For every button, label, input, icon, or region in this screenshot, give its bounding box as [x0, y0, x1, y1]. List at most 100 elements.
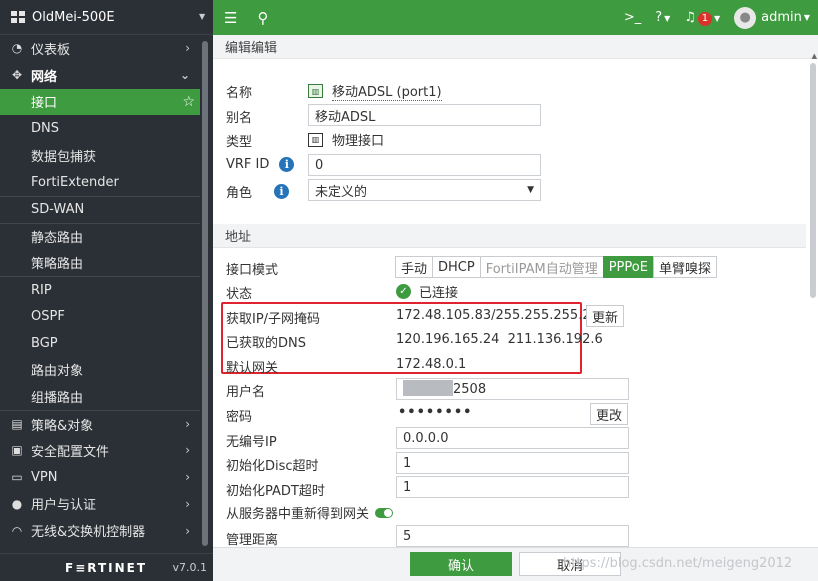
username: admin: [761, 10, 802, 25]
role-select[interactable]: 未定义的 ▼: [308, 179, 541, 201]
help-icon[interactable]: ? ▼: [655, 10, 670, 25]
sidebar-item-ospf[interactable]: OSPF: [0, 303, 200, 330]
star-icon[interactable]: ☆: [182, 94, 195, 110]
notifications-button[interactable]: ♫ 1 ▼: [684, 10, 720, 26]
version-label: v7.0.1: [172, 561, 208, 574]
sidebar-item-static-routes[interactable]: 静态路由: [0, 222, 200, 250]
check-circle-icon: ✓: [396, 284, 411, 299]
wifi-icon: ◠: [11, 523, 23, 538]
unnumbered-ip-input[interactable]: 0.0.0.0: [396, 427, 629, 449]
fortigate-logo-icon: [11, 11, 25, 23]
info-icon[interactable]: i: [274, 184, 290, 199]
cli-console-icon[interactable]: >_: [624, 10, 641, 25]
sidebar-menu: ◔ 仪表板 › ✥ 网络 ⌄ 接口 ☆ DNS 数据包捕获 FortiExten…: [0, 35, 200, 544]
dashboard-icon: ◔: [11, 41, 23, 56]
disc-timeout-label: 初始化Disc超时: [226, 459, 319, 474]
ok-button[interactable]: 确认: [410, 552, 512, 576]
mode-dhcp[interactable]: DHCP: [432, 256, 481, 278]
vrf-label: VRF ID i: [226, 157, 295, 172]
sidebar-item-sd-wan[interactable]: SD-WAN: [0, 195, 200, 223]
refresh-button[interactable]: 更新: [586, 305, 625, 327]
chevron-right-icon: ›: [185, 443, 190, 458]
gateway-from-server-toggle[interactable]: [375, 507, 394, 518]
sidebar: OldMei-500E ▼ ◔ 仪表板 › ✥ 网络 ⌄ 接口 ☆ DNS 数据…: [0, 0, 213, 581]
sidebar-item-dns[interactable]: DNS: [0, 115, 200, 142]
sidebar-item-policy-objects[interactable]: ▤ 策略&对象 ›: [0, 410, 200, 437]
monitor-icon: ▭: [11, 470, 23, 485]
change-password-button[interactable]: 更改: [590, 403, 629, 425]
password-label: 密码: [226, 410, 253, 425]
user-icon: ●: [11, 496, 23, 511]
dns-value: 120.196.165.24 211.136.192.6: [396, 332, 603, 347]
section-header-address: 地址: [213, 224, 806, 248]
distance-input[interactable]: 5: [396, 525, 629, 547]
device-selector[interactable]: OldMei-500E ▼: [0, 0, 213, 35]
sidebar-item-multicast[interactable]: 组播路由: [0, 383, 200, 410]
main-scrollbar[interactable]: [810, 63, 816, 298]
scrollbar-thumb[interactable]: [202, 41, 208, 546]
sidebar-footer: F≡RTINET v7.0.1: [0, 553, 213, 581]
notification-badge: 1: [697, 11, 712, 26]
chevron-right-icon: ›: [185, 41, 190, 56]
alias-input[interactable]: 移动ADSL: [308, 104, 541, 126]
alias-label: 别名: [226, 111, 253, 126]
username-label: 用户名: [226, 385, 266, 400]
dns-label: 已获取的DNS: [226, 336, 306, 351]
disc-timeout-input[interactable]: 1: [396, 452, 629, 474]
chevron-down-icon: ⌄: [179, 68, 190, 83]
sidebar-item-security-profiles[interactable]: ▣ 安全配置文件 ›: [0, 437, 200, 464]
password-value: ••••••••: [398, 405, 473, 420]
sidebar-item-vpn[interactable]: ▭ VPN ›: [0, 464, 200, 491]
type-value: ▥ 物理接口: [308, 130, 384, 149]
user-menu[interactable]: ● admin ▼: [734, 6, 810, 29]
status-label: 状态: [226, 287, 253, 302]
name-value: ▥ 移动ADSL (port1): [308, 81, 442, 101]
sidebar-item-policy-routes[interactable]: 策略路由: [0, 249, 200, 276]
chevron-right-icon: ›: [185, 523, 190, 538]
caret-down-icon: ▼: [199, 12, 206, 21]
search-icon[interactable]: ⚲: [257, 9, 268, 27]
watermark: https://blog.csdn.net/meigeng2012: [563, 556, 793, 571]
gateway-from-server-label: 从服务器中重新得到网关: [226, 503, 394, 522]
top-bar-actions: >_ ? ▼ ♫ 1 ▼ ● admin ▼: [624, 0, 810, 35]
ip-label: 获取IP/子网掩码: [226, 312, 321, 327]
bell-icon: ♫: [684, 9, 696, 25]
mode-sniffer[interactable]: 单臂嗅探: [652, 256, 717, 278]
device-name: OldMei-500E: [32, 9, 115, 25]
type-label: 类型: [226, 135, 253, 150]
physical-port-icon: ▥: [308, 132, 323, 147]
sidebar-item-fortiextender[interactable]: FortiExtender: [0, 169, 200, 196]
mode-fortiipam[interactable]: FortiIPAM自动管理: [479, 256, 604, 278]
sidebar-item-dashboard[interactable]: ◔ 仪表板 ›: [0, 35, 200, 62]
role-label: 角色 i: [226, 182, 290, 201]
sidebar-item-bgp[interactable]: BGP: [0, 330, 200, 357]
sidebar-item-wifi-switch[interactable]: ◠ 无线&交换机控制器 ›: [0, 517, 200, 544]
vrf-input[interactable]: 0: [308, 154, 541, 176]
sidebar-item-network[interactable]: ✥ 网络 ⌄: [0, 62, 200, 89]
gateway-label: 默认网关: [226, 361, 279, 376]
interface-mode-selector: 手动 DHCP FortiIPAM自动管理 PPPoE 单臂嗅探: [395, 256, 717, 278]
policy-icon: ▤: [11, 417, 23, 432]
lock-icon: ▣: [11, 443, 23, 458]
padt-timeout-input[interactable]: 1: [396, 476, 629, 498]
padt-timeout-label: 初始化PADT超时: [226, 484, 325, 499]
sidebar-scrollbar[interactable]: [201, 36, 209, 546]
mode-pppoe[interactable]: PPPoE: [602, 256, 654, 278]
interface-mode-label: 接口模式: [226, 263, 279, 278]
sidebar-item-rip[interactable]: RIP: [0, 276, 200, 303]
sidebar-item-interfaces[interactable]: 接口 ☆: [0, 88, 200, 116]
sidebar-item-routing-objects[interactable]: 路由对象: [0, 357, 200, 384]
info-icon[interactable]: i: [279, 157, 295, 172]
chevron-right-icon: ›: [185, 470, 190, 485]
chevron-right-icon: ›: [185, 417, 190, 432]
fortinet-logo: F≡RTINET: [65, 560, 148, 575]
sidebar-item-user-auth[interactable]: ● 用户与认证 ›: [0, 491, 200, 518]
mode-manual[interactable]: 手动: [395, 256, 434, 278]
top-bar: ☰ ⚲ >_ ? ▼ ♫ 1 ▼ ● admin ▼: [213, 0, 818, 35]
sidebar-item-packet-capture[interactable]: 数据包捕获: [0, 142, 200, 169]
scroll-up-icon[interactable]: ▲: [812, 52, 817, 60]
ip-value: 172.48.105.83/255.255.255.255: [396, 308, 608, 323]
menu-icon[interactable]: ☰: [224, 9, 237, 27]
caret-down-icon: ▼: [527, 185, 534, 195]
avatar: ●: [734, 6, 757, 29]
